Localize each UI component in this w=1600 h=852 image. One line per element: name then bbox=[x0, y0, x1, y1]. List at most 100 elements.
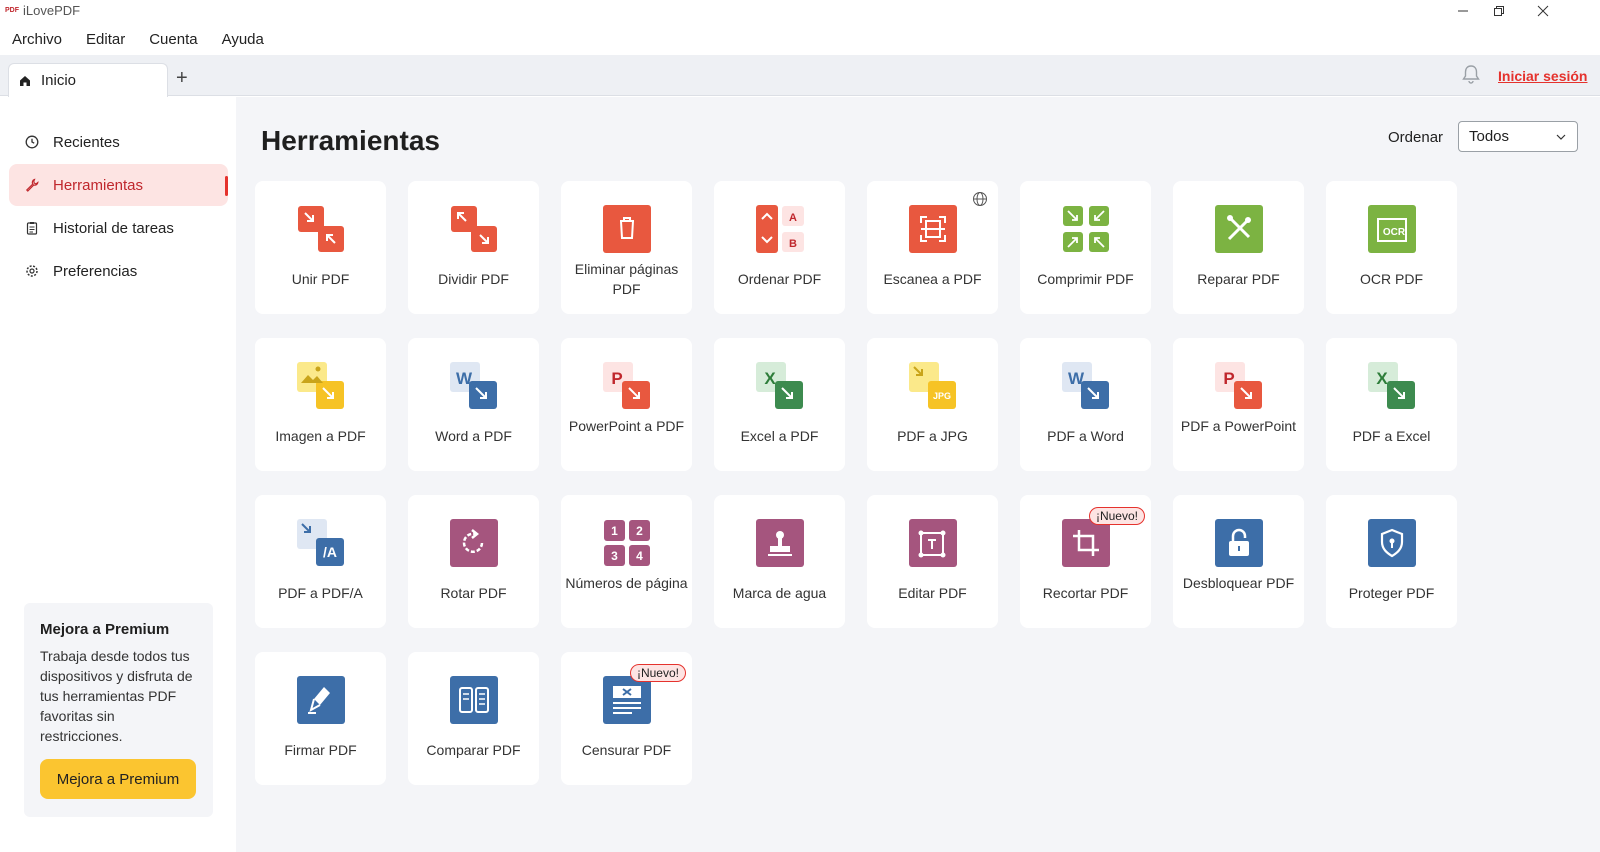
tool-label: PDF a JPG bbox=[897, 428, 968, 444]
redact-icon bbox=[603, 676, 651, 724]
tool-card[interactable]: Escanea a PDF bbox=[867, 181, 998, 314]
tool-label: Rotar PDF bbox=[440, 585, 507, 601]
add-tab-button[interactable]: + bbox=[176, 67, 188, 90]
menu-cuenta[interactable]: Cuenta bbox=[137, 27, 209, 53]
svg-text:B: B bbox=[789, 238, 797, 250]
tool-label: Recortar PDF bbox=[1042, 585, 1129, 601]
tool-card[interactable]: Imagen a PDF bbox=[255, 338, 386, 471]
word-icon: W bbox=[1062, 362, 1109, 409]
tab-inicio[interactable]: Inicio bbox=[8, 63, 168, 97]
tool-card[interactable]: Proteger PDF bbox=[1326, 495, 1457, 628]
svg-text:1: 1 bbox=[611, 524, 618, 538]
tool-card[interactable]: OCR OCR PDF bbox=[1326, 181, 1457, 314]
compare-icon bbox=[450, 676, 498, 724]
tool-label: PowerPoint a PDF bbox=[568, 418, 685, 434]
tool-label: Dividir PDF bbox=[438, 271, 509, 287]
tool-card[interactable]: Editar PDF bbox=[867, 495, 998, 628]
wrench-icon bbox=[25, 178, 39, 192]
tool-card[interactable]: Desbloquear PDF bbox=[1173, 495, 1304, 628]
pen-icon bbox=[297, 676, 345, 724]
page-numbers-icon: 1 2 3 4 bbox=[604, 520, 650, 566]
tool-card[interactable]: P PDF a PowerPoint bbox=[1173, 338, 1304, 471]
repair-icon bbox=[1215, 205, 1263, 253]
tool-card[interactable]: Recortar PDF ¡Nuevo! bbox=[1020, 495, 1151, 628]
tool-card[interactable]: Eliminar páginas PDF bbox=[561, 181, 692, 314]
tool-card[interactable]: A B Ordenar PDF bbox=[714, 181, 845, 314]
trash-icon bbox=[603, 205, 651, 253]
tool-label: Eliminar páginas PDF bbox=[574, 261, 679, 297]
tool-label: OCR PDF bbox=[1360, 271, 1423, 287]
edit-icon bbox=[909, 519, 957, 567]
tool-card[interactable]: W Word a PDF bbox=[408, 338, 539, 471]
powerpoint-icon: P bbox=[1215, 362, 1262, 409]
tool-card[interactable]: Dividir PDF bbox=[408, 181, 539, 314]
tool-label: PDF a PowerPoint bbox=[1180, 418, 1297, 434]
tool-card[interactable]: 1 2 3 4 Números de página bbox=[561, 495, 692, 628]
menu-bar: Archivo Editar Cuenta Ayuda bbox=[0, 27, 1600, 53]
organize-icon: AB bbox=[756, 205, 804, 253]
app-logo-icon: PDF bbox=[5, 7, 19, 14]
clipboard-icon bbox=[26, 222, 38, 235]
globe-icon bbox=[973, 192, 987, 206]
menu-editar[interactable]: Editar bbox=[74, 27, 137, 53]
menu-ayuda[interactable]: Ayuda bbox=[210, 27, 276, 53]
excel-icon: X bbox=[756, 362, 803, 409]
tool-card[interactable]: Rotar PDF bbox=[408, 495, 539, 628]
restore-icon[interactable] bbox=[1476, 0, 1522, 22]
close-icon[interactable] bbox=[1520, 0, 1566, 22]
tool-card[interactable]: Firmar PDF bbox=[255, 652, 386, 785]
tool-label: Comparar PDF bbox=[426, 742, 521, 758]
tool-label: Censurar PDF bbox=[581, 742, 672, 758]
sidebar-item-label: Recientes bbox=[53, 133, 120, 151]
tool-card[interactable]: P PowerPoint a PDF bbox=[561, 338, 692, 471]
premium-text: Trabaja desde todos tus dispositivos y d… bbox=[40, 648, 193, 744]
compress-icon bbox=[1063, 206, 1109, 252]
tool-card[interactable]: X Excel a PDF bbox=[714, 338, 845, 471]
svg-text:4: 4 bbox=[636, 549, 643, 563]
rotate-icon bbox=[450, 519, 498, 567]
sidebar-item-preferencias[interactable]: Preferencias bbox=[9, 250, 228, 292]
excel-icon: X bbox=[1368, 362, 1415, 409]
tool-card[interactable]: X PDF a Excel bbox=[1326, 338, 1457, 471]
ocr-icon: OCR bbox=[1368, 205, 1416, 253]
unlock-icon bbox=[1215, 519, 1263, 567]
svg-text:JPG: JPG bbox=[933, 391, 951, 401]
svg-text:P: P bbox=[611, 369, 622, 388]
tool-card[interactable]: Comparar PDF bbox=[408, 652, 539, 785]
tool-card[interactable]: Censurar PDF ¡Nuevo! bbox=[561, 652, 692, 785]
tool-card[interactable]: Unir PDF bbox=[255, 181, 386, 314]
main-content: Herramientas Ordenar Todos Unir PDF Divid… bbox=[236, 97, 1600, 852]
sidebar-item-recientes[interactable]: Recientes bbox=[9, 121, 228, 163]
tool-label: Escanea a PDF bbox=[883, 271, 982, 287]
sort-value: Todos bbox=[1469, 128, 1510, 145]
sidebar: Recientes Herramientas Historial de tare… bbox=[0, 97, 236, 852]
sort-select[interactable]: Todos bbox=[1458, 121, 1578, 152]
tool-label: Comprimir PDF bbox=[1037, 271, 1134, 287]
svg-text:X: X bbox=[764, 369, 776, 388]
scan-icon bbox=[909, 205, 957, 253]
tool-label: PDF a Word bbox=[1047, 428, 1124, 444]
sidebar-item-herramientas[interactable]: Herramientas bbox=[9, 164, 228, 206]
powerpoint-icon: P bbox=[603, 362, 650, 409]
image-icon bbox=[297, 362, 344, 409]
clock-icon bbox=[25, 135, 39, 149]
upgrade-premium-button[interactable]: Mejora a Premium bbox=[40, 759, 196, 799]
sidebar-item-historial[interactable]: Historial de tareas bbox=[9, 207, 228, 249]
new-badge: ¡Nuevo! bbox=[629, 664, 686, 682]
tool-card[interactable]: Comprimir PDF bbox=[1020, 181, 1151, 314]
tool-card[interactable]: W PDF a Word bbox=[1020, 338, 1151, 471]
app-title: iLovePDF bbox=[23, 3, 81, 18]
menu-archivo[interactable]: Archivo bbox=[0, 27, 74, 53]
tool-card[interactable]: /A PDF a PDF/A bbox=[255, 495, 386, 628]
sidebar-item-label: Herramientas bbox=[53, 176, 144, 194]
tool-card[interactable]: Marca de agua bbox=[714, 495, 845, 628]
pdfa-icon: /A bbox=[297, 519, 344, 566]
login-link[interactable]: Iniciar sesión bbox=[1498, 68, 1587, 84]
page-title: Herramientas bbox=[261, 125, 440, 156]
split-icon bbox=[451, 206, 497, 252]
bell-icon[interactable] bbox=[1460, 63, 1482, 85]
tool-card[interactable]: Reparar PDF bbox=[1173, 181, 1304, 314]
tool-label: Firmar PDF bbox=[284, 742, 357, 758]
tool-card[interactable]: JPG PDF a JPG bbox=[867, 338, 998, 471]
shield-icon bbox=[1368, 519, 1416, 567]
